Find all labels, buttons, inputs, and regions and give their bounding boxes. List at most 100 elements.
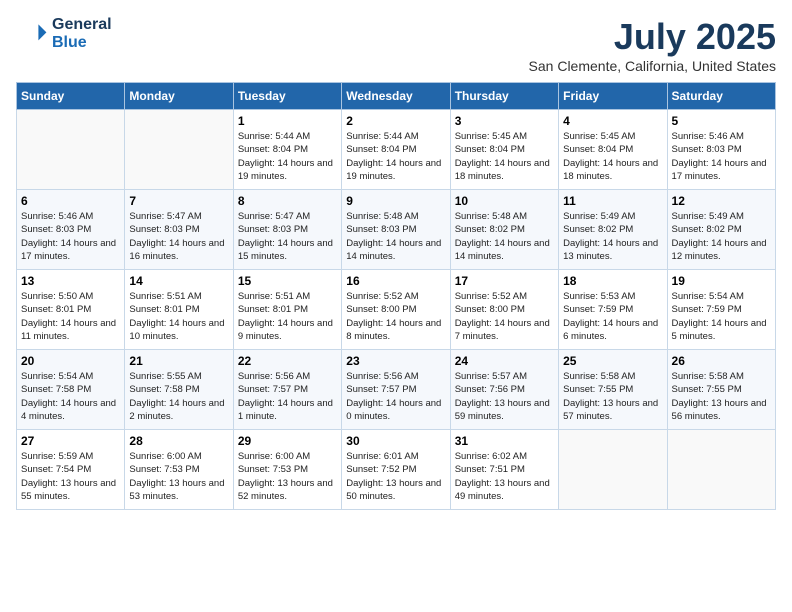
calendar-cell: 27 Sunrise: 5:59 AM Sunset: 7:54 PM Dayli… (17, 430, 125, 510)
calendar-cell: 20 Sunrise: 5:54 AM Sunset: 7:58 PM Dayli… (17, 350, 125, 430)
calendar-cell: 7 Sunrise: 5:47 AM Sunset: 8:03 PM Daylig… (125, 190, 233, 270)
logo-text: General Blue (52, 16, 112, 52)
calendar-body: 1 Sunrise: 5:44 AM Sunset: 8:04 PM Daylig… (17, 110, 776, 510)
day-number: 16 (346, 274, 445, 288)
calendar-cell (667, 430, 775, 510)
calendar-cell: 10Sunrise: 5:48 AM Sunset: 8:02 PM Dayli… (450, 190, 558, 270)
day-number: 24 (455, 354, 554, 368)
calendar-cell: 23Sunrise: 5:56 AM Sunset: 7:57 PM Dayli… (342, 350, 450, 430)
weekday-header-saturday: Saturday (667, 83, 775, 110)
day-number: 27 (21, 434, 120, 448)
day-number: 4 (563, 114, 662, 128)
weekday-header-tuesday: Tuesday (233, 83, 341, 110)
day-number: 13 (21, 274, 120, 288)
day-info: Sunrise: 5:47 AM Sunset: 8:03 PM Dayligh… (238, 210, 337, 263)
calendar-cell: 5Sunrise: 5:46 AM Sunset: 8:03 PM Daylig… (667, 110, 775, 190)
day-number: 6 (21, 194, 120, 208)
calendar-cell: 3 Sunrise: 5:45 AM Sunset: 8:04 PM Daylig… (450, 110, 558, 190)
day-info: Sunrise: 5:44 AM Sunset: 8:04 PM Dayligh… (346, 130, 445, 183)
day-info: Sunrise: 6:00 AM Sunset: 7:53 PM Dayligh… (238, 450, 337, 503)
day-number: 28 (129, 434, 228, 448)
day-number: 22 (238, 354, 337, 368)
day-number: 11 (563, 194, 662, 208)
day-number: 7 (129, 194, 228, 208)
logo-icon (16, 18, 48, 50)
day-number: 31 (455, 434, 554, 448)
day-info: Sunrise: 5:46 AM Sunset: 8:03 PM Dayligh… (21, 210, 120, 263)
calendar-week-5: 27 Sunrise: 5:59 AM Sunset: 7:54 PM Dayli… (17, 430, 776, 510)
day-info: Sunrise: 5:54 AM Sunset: 7:58 PM Dayligh… (21, 370, 120, 423)
calendar-week-4: 20 Sunrise: 5:54 AM Sunset: 7:58 PM Dayli… (17, 350, 776, 430)
month-title: July 2025 (529, 16, 776, 58)
day-info: Sunrise: 5:58 AM Sunset: 7:55 PM Dayligh… (563, 370, 662, 423)
calendar-week-1: 1 Sunrise: 5:44 AM Sunset: 8:04 PM Daylig… (17, 110, 776, 190)
day-info: Sunrise: 6:02 AM Sunset: 7:51 PM Dayligh… (455, 450, 554, 503)
weekday-header-thursday: Thursday (450, 83, 558, 110)
day-info: Sunrise: 5:52 AM Sunset: 8:00 PM Dayligh… (455, 290, 554, 343)
calendar-cell: 13 Sunrise: 5:50 AM Sunset: 8:01 PM Dayli… (17, 270, 125, 350)
day-number: 18 (563, 274, 662, 288)
calendar-week-2: 6 Sunrise: 5:46 AM Sunset: 8:03 PM Daylig… (17, 190, 776, 270)
day-info: Sunrise: 5:50 AM Sunset: 8:01 PM Dayligh… (21, 290, 120, 343)
day-info: Sunrise: 5:45 AM Sunset: 8:04 PM Dayligh… (563, 130, 662, 183)
day-info: Sunrise: 5:56 AM Sunset: 7:57 PM Dayligh… (238, 370, 337, 423)
day-number: 15 (238, 274, 337, 288)
day-number: 9 (346, 194, 445, 208)
day-info: Sunrise: 5:49 AM Sunset: 8:02 PM Dayligh… (672, 210, 771, 263)
calendar-cell: 29 Sunrise: 6:00 AM Sunset: 7:53 PM Dayli… (233, 430, 341, 510)
calendar-cell: 31 Sunrise: 6:02 AM Sunset: 7:51 PM Dayli… (450, 430, 558, 510)
calendar-cell: 24 Sunrise: 5:57 AM Sunset: 7:56 PM Dayli… (450, 350, 558, 430)
title-block: July 2025 San Clemente, California, Unit… (529, 16, 776, 74)
day-number: 8 (238, 194, 337, 208)
day-info: Sunrise: 5:58 AM Sunset: 7:55 PM Dayligh… (672, 370, 771, 423)
day-info: Sunrise: 5:45 AM Sunset: 8:04 PM Dayligh… (455, 130, 554, 183)
calendar-cell: 21 Sunrise: 5:55 AM Sunset: 7:58 PM Dayli… (125, 350, 233, 430)
calendar-cell: 28Sunrise: 6:00 AM Sunset: 7:53 PM Dayli… (125, 430, 233, 510)
day-number: 19 (672, 274, 771, 288)
day-info: Sunrise: 5:53 AM Sunset: 7:59 PM Dayligh… (563, 290, 662, 343)
calendar-cell: 8 Sunrise: 5:47 AM Sunset: 8:03 PM Daylig… (233, 190, 341, 270)
page-header: General Blue July 2025 San Clemente, Cal… (16, 16, 776, 74)
day-number: 21 (129, 354, 228, 368)
calendar-cell (17, 110, 125, 190)
day-number: 3 (455, 114, 554, 128)
day-info: Sunrise: 5:59 AM Sunset: 7:54 PM Dayligh… (21, 450, 120, 503)
day-number: 12 (672, 194, 771, 208)
day-number: 1 (238, 114, 337, 128)
calendar-cell (125, 110, 233, 190)
calendar-cell: 22 Sunrise: 5:56 AM Sunset: 7:57 PM Dayli… (233, 350, 341, 430)
calendar-cell: 14Sunrise: 5:51 AM Sunset: 8:01 PM Dayli… (125, 270, 233, 350)
weekday-header-monday: Monday (125, 83, 233, 110)
calendar-cell: 18 Sunrise: 5:53 AM Sunset: 7:59 PM Dayli… (559, 270, 667, 350)
day-number: 29 (238, 434, 337, 448)
day-info: Sunrise: 5:49 AM Sunset: 8:02 PM Dayligh… (563, 210, 662, 263)
day-info: Sunrise: 5:52 AM Sunset: 8:00 PM Dayligh… (346, 290, 445, 343)
logo: General Blue (16, 16, 112, 52)
day-number: 14 (129, 274, 228, 288)
day-info: Sunrise: 5:47 AM Sunset: 8:03 PM Dayligh… (129, 210, 228, 263)
weekday-header-friday: Friday (559, 83, 667, 110)
calendar-week-3: 13 Sunrise: 5:50 AM Sunset: 8:01 PM Dayli… (17, 270, 776, 350)
calendar-cell: 26Sunrise: 5:58 AM Sunset: 7:55 PM Dayli… (667, 350, 775, 430)
calendar-cell: 16 Sunrise: 5:52 AM Sunset: 8:00 PM Dayli… (342, 270, 450, 350)
day-info: Sunrise: 5:55 AM Sunset: 7:58 PM Dayligh… (129, 370, 228, 423)
calendar-cell: 25Sunrise: 5:58 AM Sunset: 7:55 PM Dayli… (559, 350, 667, 430)
calendar-cell: 9Sunrise: 5:48 AM Sunset: 8:03 PM Daylig… (342, 190, 450, 270)
day-info: Sunrise: 6:01 AM Sunset: 7:52 PM Dayligh… (346, 450, 445, 503)
day-info: Sunrise: 5:57 AM Sunset: 7:56 PM Dayligh… (455, 370, 554, 423)
day-info: Sunrise: 5:44 AM Sunset: 8:04 PM Dayligh… (238, 130, 337, 183)
calendar-cell: 4 Sunrise: 5:45 AM Sunset: 8:04 PM Daylig… (559, 110, 667, 190)
day-number: 20 (21, 354, 120, 368)
calendar-cell: 6 Sunrise: 5:46 AM Sunset: 8:03 PM Daylig… (17, 190, 125, 270)
calendar-cell: 30 Sunrise: 6:01 AM Sunset: 7:52 PM Dayli… (342, 430, 450, 510)
calendar-cell (559, 430, 667, 510)
day-info: Sunrise: 5:51 AM Sunset: 8:01 PM Dayligh… (238, 290, 337, 343)
day-number: 2 (346, 114, 445, 128)
calendar-cell: 1 Sunrise: 5:44 AM Sunset: 8:04 PM Daylig… (233, 110, 341, 190)
day-info: Sunrise: 5:46 AM Sunset: 8:03 PM Dayligh… (672, 130, 771, 183)
day-number: 10 (455, 194, 554, 208)
day-number: 23 (346, 354, 445, 368)
weekday-header-sunday: Sunday (17, 83, 125, 110)
calendar-cell: 19Sunrise: 5:54 AM Sunset: 7:59 PM Dayli… (667, 270, 775, 350)
day-number: 30 (346, 434, 445, 448)
